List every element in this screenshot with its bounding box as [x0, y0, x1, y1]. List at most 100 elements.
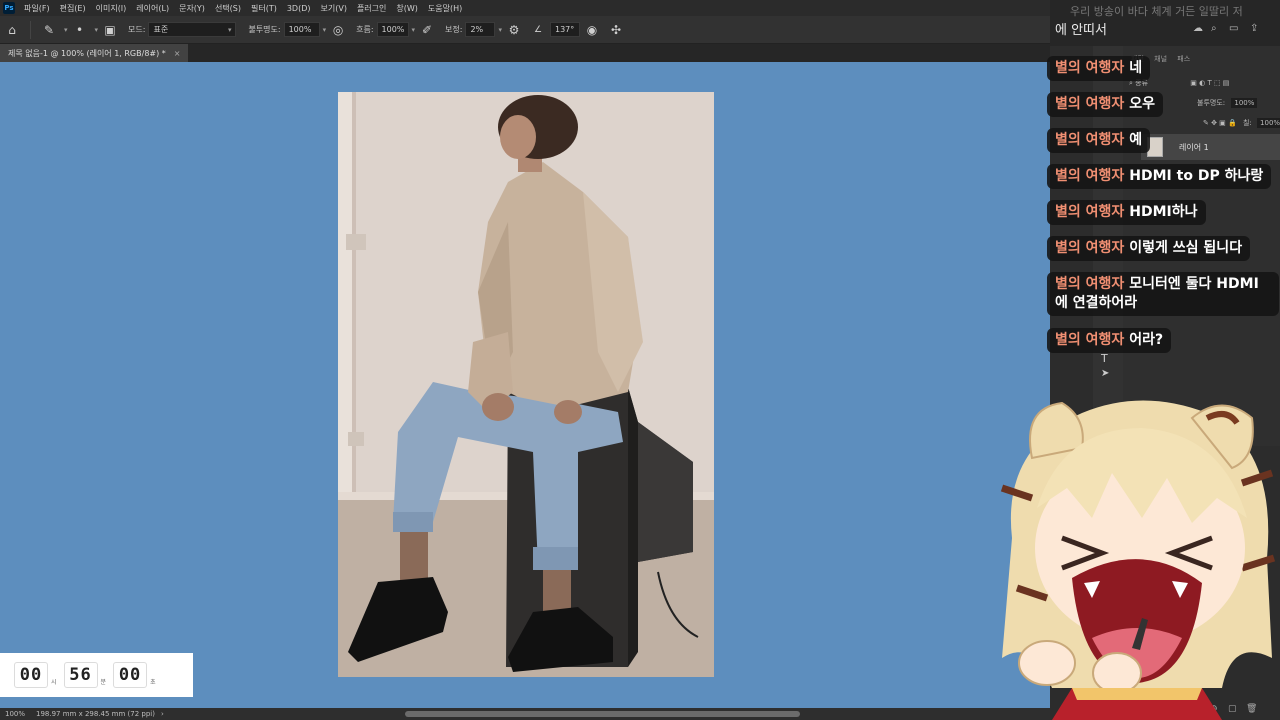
angle-icon: ∠ — [533, 24, 543, 35]
timer-minutes: 56 — [63, 662, 98, 688]
overlay-header-text: 에 안띠서 — [1055, 23, 1107, 38]
gear-icon[interactable]: ⚙ — [504, 20, 524, 40]
symmetry-icon[interactable]: ✣ — [606, 20, 626, 40]
layer-fill-label: 칠: — [1242, 119, 1252, 127]
overlay-ghost-text: 우리 방송이 바다 체계 거든 일딸리 저 — [1070, 5, 1243, 18]
menu-layer[interactable]: 레이어(L) — [131, 3, 174, 14]
mode-label: 모드: — [128, 25, 146, 34]
menu-edit[interactable]: 편집(E) — [55, 3, 91, 14]
streamer-avatar — [992, 388, 1280, 720]
type-tool-icon[interactable]: T — [1101, 352, 1108, 365]
chat-message: 별의 여행자 HDMI to DP 하나랑 — [1047, 164, 1272, 189]
document-tab[interactable]: 제목 없음-1 @ 100% (레이어 1, RGB/8#) * × — [0, 44, 189, 62]
share-icon[interactable]: ⇪ — [1250, 23, 1262, 35]
angle-field[interactable]: 137° — [549, 22, 580, 37]
flow-field[interactable]: 100% — [376, 22, 409, 37]
chat-message: 별의 여행자 오우 — [1047, 92, 1164, 117]
smoothing-label: 보정: — [445, 25, 463, 34]
panel-header: 우리 방송이 바다 체계 거든 일딸리 저 에 안띠서 ☁ ⌕ ▭ ⇪ — [1050, 0, 1280, 46]
menu-view[interactable]: 보기(V) — [316, 3, 352, 14]
photo-illustration — [338, 92, 714, 677]
smoothing-field[interactable]: 2% — [465, 22, 496, 37]
document-tab-bar: 제목 없음-1 @ 100% (레이어 1, RGB/8#) * × — [0, 44, 1050, 62]
menu-plugins[interactable]: 플러그인 — [352, 3, 391, 14]
menu-window[interactable]: 창(W) — [391, 3, 423, 14]
layer-row[interactable]: 레이어 1 — [1141, 134, 1280, 160]
menu-help[interactable]: 도움말(H) — [423, 3, 467, 14]
opacity-field[interactable]: 100% — [283, 22, 320, 37]
chat-username: 별의 여행자 — [1055, 240, 1125, 256]
tab-channels[interactable]: 채널 — [1154, 55, 1167, 63]
mode-select[interactable]: 표준 ▾ — [148, 22, 237, 37]
status-bar: 100% 198.97 mm x 298.45 mm (72 ppi) › — [0, 708, 1050, 720]
chat-username: 별의 여행자 — [1055, 168, 1125, 184]
chevron-down-icon[interactable]: ▾ — [95, 26, 99, 34]
chevron-down-icon[interactable]: ▾ — [412, 26, 416, 34]
chevron-down-icon: ▾ — [227, 25, 232, 34]
chat-username: 별의 여행자 — [1055, 96, 1125, 112]
brush-tool-icon[interactable]: ✎ — [39, 20, 59, 40]
brush-settings-icon[interactable]: ▣ — [100, 20, 120, 40]
chat-username: 별의 여행자 — [1055, 132, 1125, 148]
chevron-down-icon[interactable]: ▾ — [64, 26, 68, 34]
document-tab-title: 제목 없음-1 @ 100% (레이어 1, RGB/8#) * — [8, 48, 166, 58]
chat-username: 별의 여행자 — [1055, 332, 1125, 348]
smoothing-value: 2% — [470, 25, 484, 34]
menu-type[interactable]: 문자(Y) — [174, 3, 210, 14]
timer-seconds: 00 — [113, 662, 148, 688]
home-icon[interactable]: ⌂ — [2, 20, 22, 40]
photoshop-logo-icon: Ps — [3, 2, 15, 14]
timer-seconds-unit: 초 — [150, 678, 156, 686]
timer-hours-unit: 시 — [51, 678, 57, 686]
angle-value: 137° — [554, 25, 575, 34]
chat-message: 별의 여행자 모니터엔 둘다 HDMI에 연결하어라 — [1047, 272, 1279, 316]
airbrush-icon[interactable]: ✐ — [417, 20, 437, 40]
chat-text: 네 — [1129, 60, 1143, 76]
layer-opacity-label: 불투명도: — [1197, 99, 1226, 107]
search-icon[interactable]: ⌕ — [1211, 23, 1223, 35]
workspace-icon[interactable]: ▭ — [1229, 23, 1241, 35]
chat-message: 별의 여행자 HDMI하나 — [1047, 200, 1206, 225]
chat-username: 별의 여행자 — [1055, 276, 1125, 292]
path-select-icon[interactable]: ➤ — [1101, 368, 1109, 379]
zoom-level[interactable]: 100% — [0, 710, 30, 718]
pressure-opacity-icon[interactable]: ◎ — [328, 20, 348, 40]
horizontal-scrollbar[interactable] — [405, 711, 800, 717]
filter-icons[interactable]: ▣ ◐ T ⬚ ▤ — [1190, 79, 1229, 87]
opacity-label: 불투명도: — [248, 25, 281, 34]
chat-message: 별의 여행자 어라? — [1047, 328, 1172, 353]
chat-message: 별의 여행자 네 — [1047, 56, 1151, 81]
chat-username: 별의 여행자 — [1055, 60, 1125, 76]
timer-hours: 00 — [14, 662, 48, 688]
countdown-timer: 00 시 56 분 00 초 — [0, 653, 193, 697]
cloud-icon[interactable]: ☁ — [1193, 23, 1205, 35]
options-bar: ⌂ ✎ ▾ • ▾ ▣ 모드: 표준 ▾ 불투명도: 100% ▾ ◎ 흐름: … — [0, 16, 1050, 44]
canvas-area[interactable] — [0, 62, 1050, 708]
lock-icons[interactable]: ✎ ✥ ▣ 🔒 — [1203, 119, 1237, 127]
layer-fill-value[interactable]: 100% — [1257, 118, 1280, 128]
layer-opacity-value[interactable]: 100% — [1231, 98, 1258, 108]
tab-paths[interactable]: 패스 — [1177, 55, 1190, 63]
chat-text: HDMI하나 — [1129, 204, 1198, 220]
flow-value: 100% — [381, 25, 405, 34]
status-arrow-icon[interactable]: › — [161, 710, 164, 718]
timer-minutes-unit: 분 — [100, 678, 107, 686]
menu-file[interactable]: 파일(F) — [19, 3, 55, 14]
pressure-size-icon[interactable]: ◉ — [582, 20, 602, 40]
menu-select[interactable]: 선택(S) — [210, 3, 246, 14]
avatar-illustration — [1000, 400, 1276, 720]
document-size: 198.97 mm x 298.45 mm (72 ppi) — [36, 710, 155, 718]
brush-size-icon[interactable]: • — [70, 20, 90, 40]
menu-3d[interactable]: 3D(D) — [282, 4, 316, 13]
opacity-value: 100% — [288, 25, 312, 34]
chevron-down-icon[interactable]: ▾ — [323, 26, 327, 34]
layer-lock-row: ✎ ✥ ▣ 🔒 칠: 100% — [1123, 118, 1280, 128]
chat-message: 별의 여행자 이렇게 쓰심 됩니다 — [1047, 236, 1251, 261]
menu-image[interactable]: 이미지(I) — [91, 3, 132, 14]
chevron-down-icon[interactable]: ▾ — [498, 26, 502, 34]
menu-filter[interactable]: 필터(T) — [246, 3, 282, 14]
close-icon[interactable]: × — [174, 49, 181, 58]
chat-text: 예 — [1129, 132, 1143, 148]
chat-text: HDMI to DP 하나랑 — [1129, 168, 1264, 184]
layer-name[interactable]: 레이어 1 — [1179, 142, 1209, 153]
